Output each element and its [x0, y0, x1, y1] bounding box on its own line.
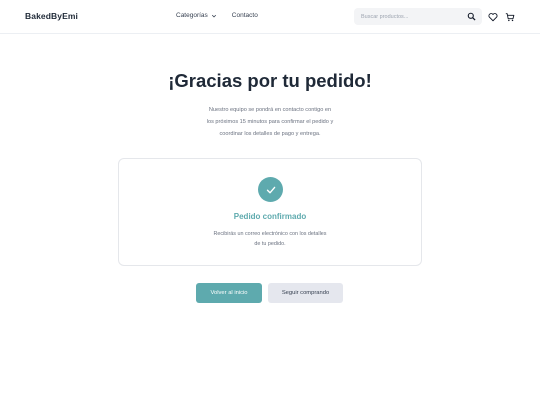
page-title: ¡Gracias por tu pedido!: [168, 70, 372, 91]
confirmation-message-line: los próximos 15 minutos para confirmar e…: [206, 119, 334, 125]
card-text-line: de tu pedido.: [254, 241, 286, 247]
card-text-line: Recibirás un correo electrónico con los …: [213, 231, 327, 237]
nav-contacto-label: Contacto: [231, 12, 258, 19]
heart-icon[interactable]: [488, 12, 498, 22]
card-title: Pedido confirmado: [233, 212, 307, 221]
check-icon: [258, 177, 283, 202]
order-confirmed-card: Pedido confirmado Recibirás un correo el…: [118, 158, 422, 266]
site-header: BakedByEmi Categorías Contacto Buscar pr…: [0, 0, 540, 34]
back-home-button[interactable]: Volver al inicio: [196, 283, 262, 303]
confirmation-message: Nuestro equipo se pondrá en contacto con…: [180, 104, 360, 140]
confirmation-message-line: Nuestro equipo se pondrá en contacto con…: [208, 107, 332, 113]
cart-icon[interactable]: [505, 12, 515, 22]
nav-categorias-label: Categorías: [176, 12, 208, 19]
nav-categorias[interactable]: Categorías: [176, 12, 217, 19]
card-text: Recibirás un correo electrónico con los …: [199, 229, 341, 249]
confirmation-message-line: coordinar los detalles de pago y entrega…: [219, 131, 321, 137]
continue-shopping-button[interactable]: Seguir comprando: [268, 283, 343, 303]
nav-contacto[interactable]: Contacto: [232, 12, 258, 19]
search-icon[interactable]: [467, 12, 476, 21]
search-placeholder: Buscar productos...: [361, 13, 409, 20]
search-input[interactable]: Buscar productos...: [354, 8, 482, 25]
logo[interactable]: BakedByEmi: [25, 11, 78, 21]
chevron-down-icon: [211, 14, 216, 17]
main-nav: Categorías Contacto: [176, 12, 258, 19]
